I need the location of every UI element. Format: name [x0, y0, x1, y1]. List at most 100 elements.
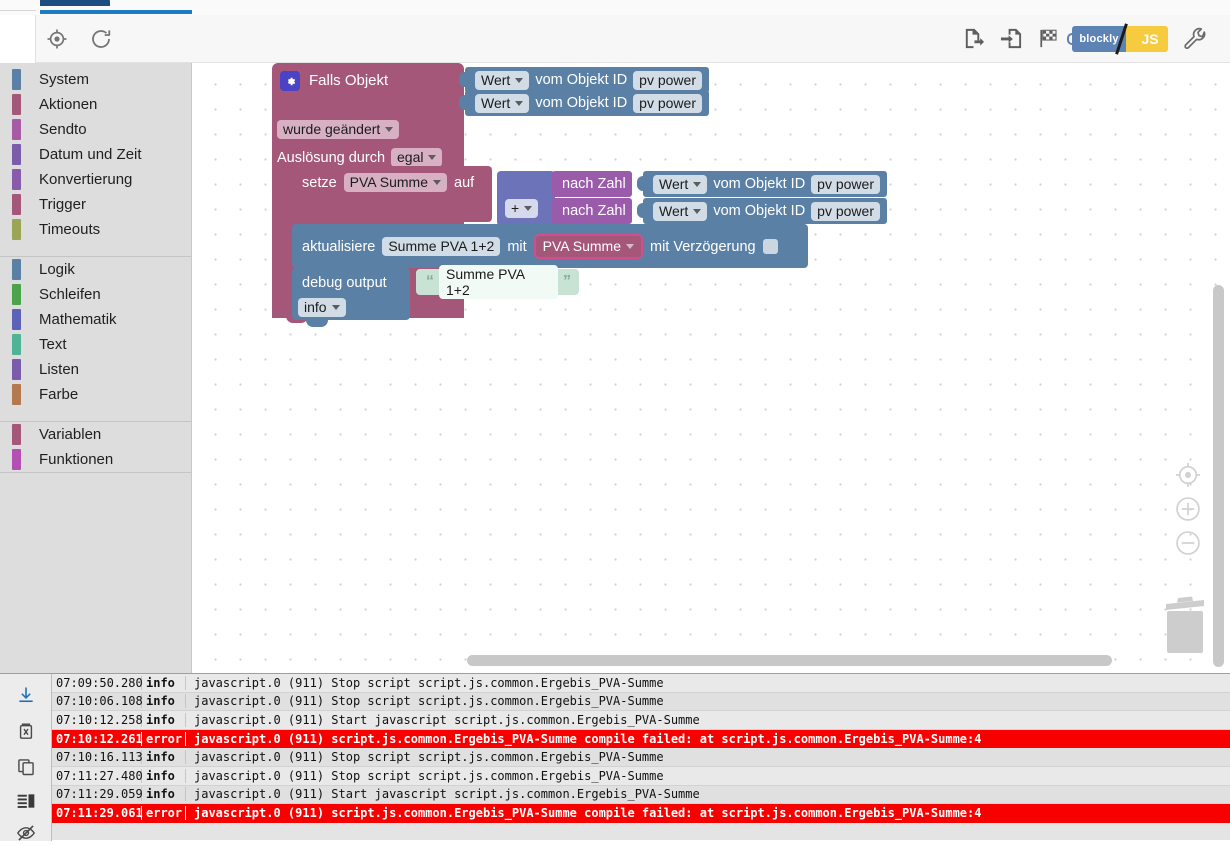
category-color-swatch	[12, 94, 21, 115]
sidebar-item-schleifen[interactable]: Schleifen	[0, 282, 191, 307]
log-row[interactable]: 07:11:29.059 info javascript.0 (911) Sta…	[52, 785, 1230, 805]
event-trigger-label: Auslösung durch	[277, 149, 386, 166]
object-id-field[interactable]: pv power	[811, 201, 880, 221]
log-timestamp: 07:11:27.480	[52, 768, 143, 783]
value-type-dropdown[interactable]: Wert	[653, 201, 708, 221]
active-tab-underline	[40, 10, 192, 14]
export-blocks-icon[interactable]	[958, 24, 988, 54]
object-id-field[interactable]: pv power	[811, 174, 880, 194]
copy-log-icon[interactable]	[12, 754, 40, 780]
sidebar-item-variablen[interactable]: Variablen	[0, 422, 191, 447]
sidebar-item-funktionen[interactable]: Funktionen	[0, 447, 191, 472]
block-top-notch	[290, 63, 312, 68]
get-object-label: vom Objekt ID	[713, 203, 806, 219]
delete-log-icon[interactable]	[12, 718, 40, 744]
workspace-vertical-scrollbar[interactable]	[1213, 285, 1224, 667]
arithmetic-block[interactable]: +	[497, 171, 555, 226]
sidebar-item-trigger[interactable]: Trigger	[0, 192, 191, 217]
convert-to-number-block-1[interactable]: nach Zahl	[552, 171, 632, 197]
convert-to-number-block-2[interactable]: nach Zahl	[552, 198, 632, 224]
value-type-dropdown[interactable]: Wert	[475, 93, 530, 113]
log-timestamp: 07:10:12.261	[52, 731, 143, 746]
value-type-dropdown[interactable]: Wert	[475, 70, 530, 90]
active-tab-chip[interactable]	[40, 0, 110, 6]
sidebar-item-sendto[interactable]: Sendto	[0, 117, 191, 142]
sidebar-item-mathematik[interactable]: Mathematik	[0, 307, 191, 332]
inner-get-object-block-1[interactable]: Wert vom Objekt ID pv power	[637, 171, 887, 197]
value-type-label: Wert	[481, 94, 511, 111]
sidebar-item-text[interactable]: Text	[0, 332, 191, 357]
inner-get-object-block-2[interactable]: Wert vom Objekt ID pv power	[637, 198, 887, 224]
update-state-block[interactable]: aktualisiere Summe PVA 1+2 mit PVA Summe…	[292, 224, 808, 268]
value-type-dropdown[interactable]: Wert	[653, 174, 708, 194]
event-trigger-dropdown[interactable]: egal	[391, 148, 443, 167]
sidebar-item-label: Datum und Zeit	[39, 146, 142, 163]
log-row-list[interactable]: 07:09:50.280 info javascript.0 (911) Sto…	[52, 674, 1230, 841]
reload-icon[interactable]	[86, 24, 116, 54]
update-value-variable-dropdown[interactable]: PVA Summe	[533, 234, 643, 259]
set-variable-dropdown[interactable]: PVA Summe	[343, 173, 447, 192]
center-workspace-icon[interactable]	[1172, 459, 1204, 496]
get-object-label: vom Objekt ID	[713, 176, 806, 192]
sidebar-item-label: Logik	[39, 261, 75, 278]
sidebar-item-logik[interactable]: Logik	[0, 257, 191, 282]
block-bottom-notch	[306, 320, 328, 327]
download-log-icon[interactable]	[12, 682, 40, 708]
blockly-js-toggle[interactable]: blockly JS	[1067, 22, 1168, 55]
import-blocks-icon[interactable]	[996, 24, 1026, 54]
object-id-field[interactable]: pv power	[633, 93, 702, 113]
event-changed-label: wurde geändert	[283, 121, 381, 137]
event-changed-dropdown[interactable]: wurde geändert	[277, 120, 400, 139]
blockly-workspace[interactable]: Falls Objekt wurde geändert Auslösung du…	[192, 63, 1230, 673]
debug-output-block[interactable]: debug output info	[292, 268, 410, 327]
object-id-field[interactable]: pv power	[633, 70, 702, 90]
log-level: error	[142, 731, 186, 746]
toggle-js-label[interactable]: JS	[1126, 25, 1168, 52]
text-string-block[interactable]: “ Summe PVA 1+2 ”	[416, 265, 579, 299]
sidebar-item-system[interactable]: System	[0, 67, 191, 92]
hide-log-icon[interactable]	[12, 820, 40, 846]
delay-checkbox[interactable]	[762, 239, 778, 254]
log-row-error[interactable]: 07:11:29.061 error javascript.0 (911) sc…	[52, 804, 1230, 823]
log-row[interactable]: 07:11:27.480 info javascript.0 (911) Sto…	[52, 766, 1230, 786]
sidebar-item-label: Listen	[39, 361, 80, 378]
sidebar-item-label: Trigger	[39, 196, 86, 213]
category-color-swatch	[12, 69, 21, 90]
sidebar-item-aktionen[interactable]: Aktionen	[0, 92, 191, 117]
category-color-swatch	[12, 169, 21, 190]
chevron-down-icon	[693, 181, 702, 187]
log-row[interactable]: 07:10:12.258 info javascript.0 (911) Sta…	[52, 711, 1230, 730]
get-object-label: vom Objekt ID	[535, 72, 628, 88]
center-blocks-icon[interactable]	[42, 24, 72, 54]
workspace-horizontal-scrollbar[interactable]	[467, 655, 1112, 666]
chevron-down-icon	[515, 77, 524, 83]
sidebar-item-farbe[interactable]: Farbe	[0, 382, 191, 407]
chevron-down-icon	[625, 244, 634, 249]
event-block-title: Falls Objekt	[309, 72, 389, 89]
log-row[interactable]: 07:10:16.113 info javascript.0 (911) Sto…	[52, 748, 1230, 767]
log-list-icon[interactable]	[12, 788, 40, 814]
log-row-error[interactable]: 07:10:12.261 error javascript.0 (911) sc…	[52, 729, 1230, 749]
text-value-field[interactable]: Summe PVA 1+2	[439, 265, 558, 299]
top-tab-strip	[0, 0, 1230, 15]
zoom-out-icon[interactable]	[1172, 527, 1204, 564]
get-object-block-2[interactable]: Wert vom Objekt ID pv power	[459, 90, 709, 116]
arithmetic-operator-dropdown[interactable]: +	[505, 199, 539, 218]
log-row[interactable]: 07:10:06.108 info javascript.0 (911) Sto…	[52, 692, 1230, 712]
debug-level-dropdown[interactable]: info	[298, 298, 346, 317]
trash-icon[interactable]	[1156, 590, 1214, 661]
sidebar-item-datum-und-zeit[interactable]: Datum und Zeit	[0, 142, 191, 167]
gear-icon[interactable]	[280, 71, 300, 91]
log-panel: 07:09:50.280 info javascript.0 (911) Sto…	[0, 673, 1230, 841]
log-row[interactable]: 07:09:50.280 info javascript.0 (911) Sto…	[52, 674, 1230, 693]
sidebar-item-timeouts[interactable]: Timeouts	[0, 217, 191, 242]
set-variable-block[interactable]: setze PVA Summe auf	[292, 166, 492, 229]
sidebar-item-listen[interactable]: Listen	[0, 357, 191, 382]
wrench-icon[interactable]	[1180, 24, 1210, 54]
update-target-field[interactable]: Summe PVA 1+2	[382, 237, 501, 256]
log-level: info	[142, 787, 186, 802]
sidebar-item-konvertierung[interactable]: Konvertierung	[0, 167, 191, 192]
log-message: javascript.0 (911) Start javascript scri…	[194, 787, 700, 802]
zoom-in-icon[interactable]	[1172, 493, 1204, 530]
checkered-flag-icon[interactable]	[1034, 24, 1064, 54]
